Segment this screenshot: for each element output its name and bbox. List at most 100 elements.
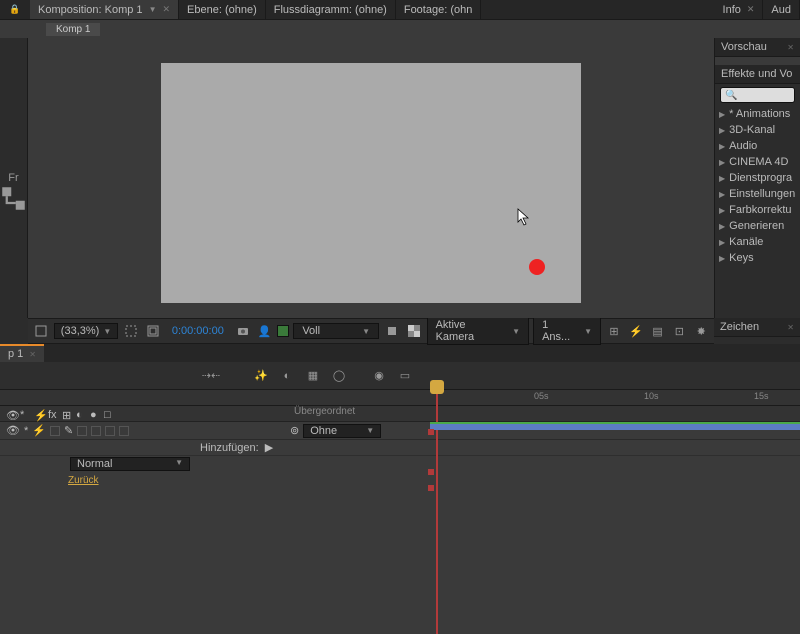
blend-mode-dropdown[interactable]: Normal ▼	[70, 457, 190, 471]
add-property-row: Hinzufügen: ▶	[0, 440, 800, 456]
tab-footage[interactable]: Footage: (ohn	[396, 0, 482, 19]
chevron-right-icon: ▶	[719, 110, 725, 119]
panel-zeichen[interactable]: Zeichen ✕	[714, 318, 800, 337]
viewer-timecode[interactable]: 0:00:00:00	[166, 325, 230, 337]
pixel-aspect-icon[interactable]: ⊞	[605, 322, 623, 340]
comp-breadcrumb: Komp 1	[0, 20, 800, 38]
bg-color-swatch[interactable]	[277, 325, 289, 337]
close-icon[interactable]: ✕	[787, 323, 794, 332]
composition-canvas	[161, 63, 581, 303]
graph-editor-icon[interactable]: ▦	[302, 365, 324, 387]
chevron-right-icon: ▶	[719, 174, 725, 183]
blend-mode-row: Normal ▼	[0, 456, 800, 472]
tab-layer-label: Ebene: (ohne)	[187, 4, 257, 16]
effect-category[interactable]: ▶Farbkorrektu	[715, 202, 800, 218]
fast-preview-icon[interactable]: ⚡	[627, 322, 645, 340]
brain-icon[interactable]: ◯	[328, 365, 350, 387]
tab-composition[interactable]: Komposition: Komp 1 ▼ ✕	[30, 0, 179, 19]
zoom-dropdown[interactable]: (33,3%)▼	[54, 323, 118, 339]
tab-audio[interactable]: Aud	[763, 0, 800, 19]
pickwhip-icon[interactable]: ⊚	[290, 424, 299, 437]
ruler-tick: 05s	[534, 391, 549, 401]
effect-category[interactable]: ▶Einstellungen	[715, 186, 800, 202]
timeline-tab[interactable]: p 1 ✕	[0, 344, 44, 362]
chevron-right-icon: ▶	[719, 190, 725, 199]
effect-category[interactable]: ▶3D-Kanal	[715, 122, 800, 138]
transparency-grid-icon[interactable]	[405, 322, 423, 340]
tab-composition-label: Komposition: Komp 1	[38, 4, 143, 16]
chevron-down-icon: ▼	[103, 327, 111, 336]
effect-category[interactable]: ▶* Animations	[715, 106, 800, 122]
close-icon[interactable]: ✕	[787, 43, 794, 52]
effect-category[interactable]: ▶CINEMA 4D	[715, 154, 800, 170]
chevron-down-icon[interactable]: ▼	[149, 5, 157, 14]
layer-bar[interactable]	[430, 422, 800, 439]
effect-category[interactable]: ▶Dienstprogra	[715, 170, 800, 186]
resolution-dropdown[interactable]: Voll▼	[293, 323, 379, 339]
frame-blend-icon[interactable]: ▭	[394, 365, 416, 387]
right-panels: Vorschau ✕ Effekte und Vo ▶* Animations …	[714, 38, 800, 318]
shape-red-circle[interactable]	[529, 259, 545, 275]
tab-info[interactable]: Info ✕	[715, 0, 764, 19]
panel-preview[interactable]: Vorschau ✕	[715, 38, 800, 57]
effects-search-input[interactable]	[720, 87, 795, 103]
tab-layer[interactable]: Ebene: (ohne)	[179, 0, 266, 19]
timeline-tabs: p 1 ✕	[0, 344, 800, 362]
effects-list: ▶* Animations ▶3D-Kanal ▶Audio ▶CINEMA 4…	[715, 106, 800, 318]
effect-category[interactable]: ▶Keys	[715, 250, 800, 266]
panel-effects[interactable]: Effekte und Vo	[715, 65, 800, 84]
tab-flowchart[interactable]: Flussdiagramm: (ohne)	[266, 0, 396, 19]
chevron-down-icon: ▼	[366, 426, 374, 435]
add-property-button[interactable]: ▶	[265, 441, 273, 454]
shy-icon[interactable]: ⇢⇠	[200, 365, 222, 387]
timeline-columns: 👁*⚡fx⊞◐●□ Übergeordnet	[0, 406, 800, 422]
chevron-down-icon: ▼	[584, 327, 592, 336]
motion-blur-icon[interactable]: ◐	[276, 365, 298, 387]
keyframe-icon[interactable]	[428, 485, 434, 491]
parent-dropdown[interactable]: Ohne ▼	[303, 424, 381, 438]
mouse-cursor-icon	[517, 208, 531, 229]
comp-name[interactable]: Komp 1	[46, 23, 100, 36]
chevron-right-icon: ▶	[719, 222, 725, 231]
parent-column-header: Übergeordnet	[290, 406, 390, 421]
close-icon[interactable]: ✕	[747, 4, 755, 15]
views-dropdown[interactable]: 1 Ans...▼	[533, 317, 601, 345]
grid-icon[interactable]	[32, 322, 50, 340]
viewer-toolbar: (33,3%)▼ 0:00:00:00 👤 Voll▼ Aktive Kamer…	[28, 318, 714, 344]
close-icon[interactable]: ✕	[29, 350, 36, 359]
composition-viewer[interactable]	[28, 38, 714, 318]
draft-3d-icon[interactable]: ◉	[368, 365, 390, 387]
timeline-panel: ⇢⇠ ✨ ◐ ▦ ◯ ◉ ▭ 05s 10s 15s 👁*⚡fx⊞◐●□ Übe…	[0, 362, 800, 488]
timeline-layer-row[interactable]: 👁*⚡✎ ⊚ Ohne ▼	[0, 422, 800, 440]
timeline-toolbar: ⇢⇠ ✨ ◐ ▦ ◯ ◉ ▭	[0, 362, 800, 390]
chevron-down-icon: ▼	[175, 458, 183, 470]
safe-zones-icon[interactable]	[144, 322, 162, 340]
effect-category[interactable]: ▶Audio	[715, 138, 800, 154]
region-icon[interactable]	[122, 322, 140, 340]
timeline-icon[interactable]: ▤	[649, 322, 667, 340]
ruler-tick: 15s	[754, 391, 769, 401]
playhead[interactable]	[430, 380, 444, 394]
roi-icon[interactable]	[383, 322, 401, 340]
chevron-right-icon: ▶	[719, 206, 725, 215]
flowchart-icon[interactable]	[0, 188, 27, 208]
fx-icon[interactable]: ✨	[250, 365, 272, 387]
effect-category[interactable]: ▶Generieren	[715, 218, 800, 234]
ruler-tick: 10s	[644, 391, 659, 401]
close-icon[interactable]: ✕	[162, 4, 170, 15]
timeline-ruler-row: 05s 10s 15s	[0, 390, 800, 406]
chevron-right-icon: ▶	[719, 142, 725, 151]
comp-flowchart-icon[interactable]: ⊡	[670, 322, 688, 340]
effect-category[interactable]: ▶Kanäle	[715, 234, 800, 250]
camera-dropdown[interactable]: Aktive Kamera▼	[427, 317, 529, 345]
channel-icon[interactable]: 👤	[256, 322, 274, 340]
snapshot-icon[interactable]	[234, 322, 252, 340]
chevron-right-icon: ▶	[719, 254, 725, 263]
keyframe-icon[interactable]	[428, 469, 434, 475]
back-link[interactable]: Zurück	[68, 475, 99, 486]
timeline-ruler[interactable]: 05s 10s 15s	[430, 390, 800, 405]
keyframe-icon[interactable]	[428, 429, 434, 435]
refresh-icon[interactable]: ✸	[692, 322, 710, 340]
chevron-right-icon: ▶	[719, 238, 725, 247]
left-sidebar: Fr	[0, 38, 28, 318]
